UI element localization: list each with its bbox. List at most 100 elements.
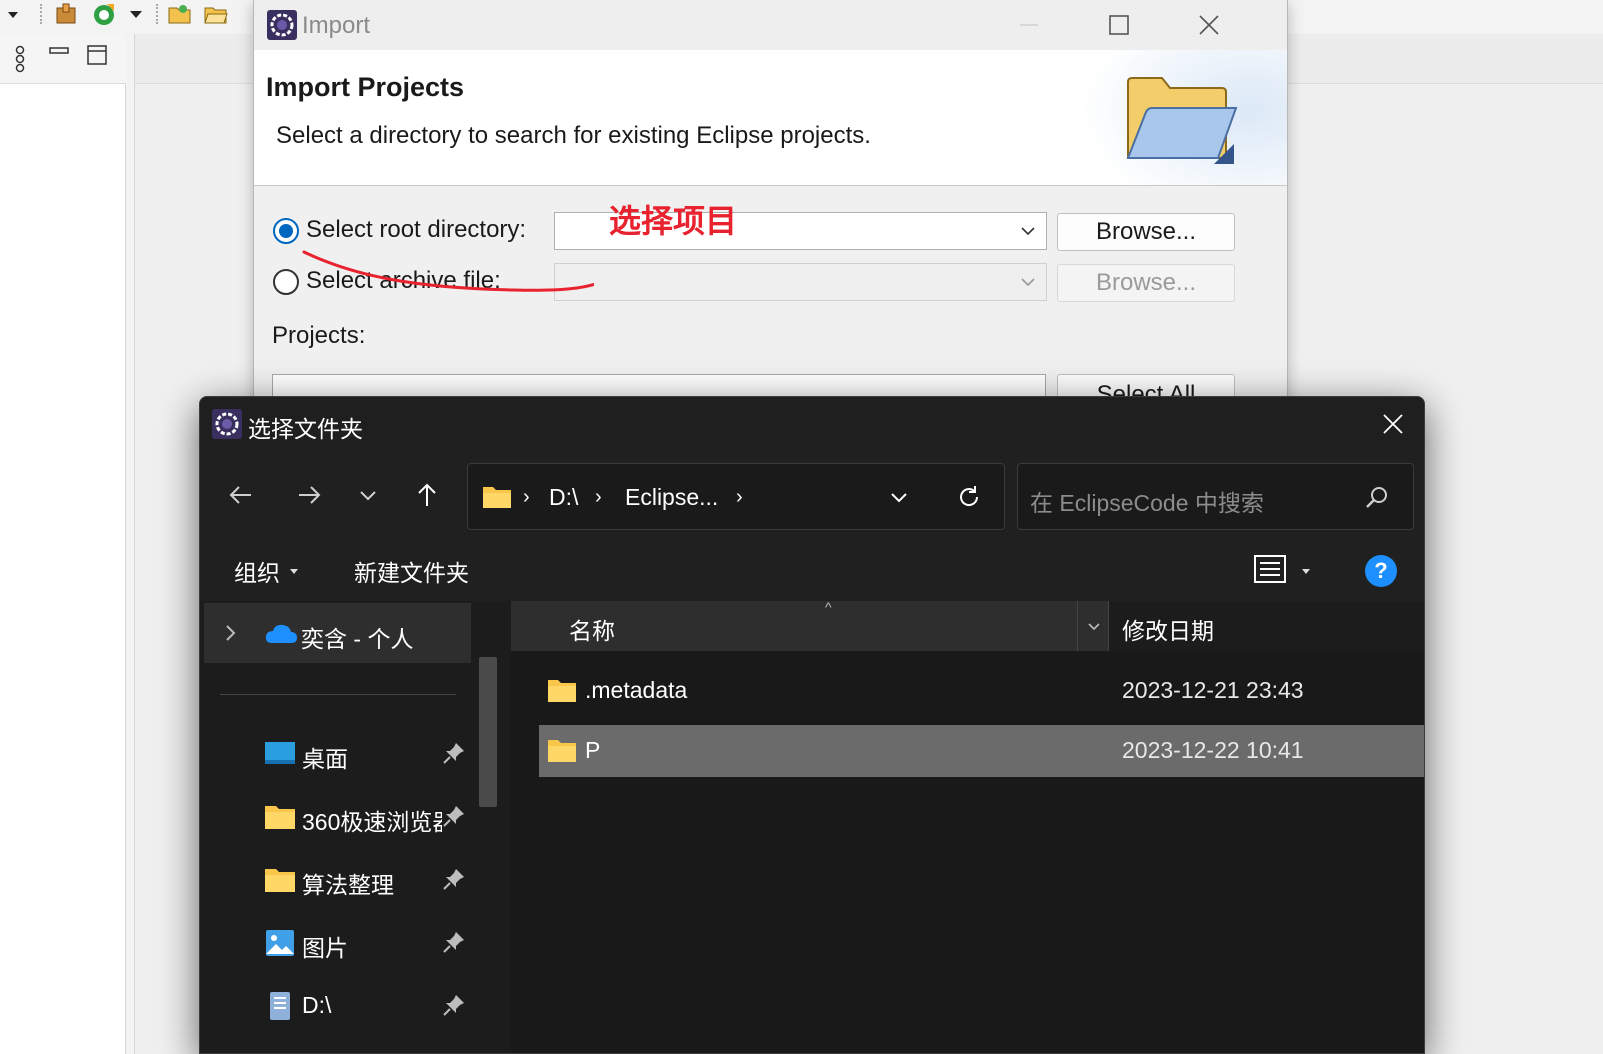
sidebar-item-drive-d[interactable]: D:\ xyxy=(200,979,480,1035)
drive-icon xyxy=(270,992,290,1020)
maximize-icon xyxy=(1109,15,1129,35)
onedrive-label: 奕含 - 个人 xyxy=(301,626,414,652)
command-bar: 组织 新建文件夹 ? xyxy=(200,539,1424,601)
run-dropdown-icon[interactable] xyxy=(126,2,150,26)
column-header-name-label: 名称 xyxy=(569,618,615,644)
root-directory-label[interactable]: Select root directory: xyxy=(306,216,526,244)
column-filter-button[interactable] xyxy=(1077,601,1109,651)
folder-icon xyxy=(483,487,511,508)
view-menu-icon[interactable] xyxy=(10,44,30,74)
search-icon[interactable] xyxy=(1364,484,1390,510)
sidebar-item-desktop[interactable]: 桌面 xyxy=(200,727,480,783)
file-modified-date: 2023-12-22 10:41 xyxy=(1122,737,1304,763)
chevron-down-icon[interactable] xyxy=(888,486,910,508)
dropdown-arrow-icon[interactable] xyxy=(0,2,18,26)
caret-down-icon[interactable] xyxy=(288,565,300,577)
sidebar-item-label: 算法整理 xyxy=(302,872,394,898)
refresh-icon[interactable] xyxy=(956,484,982,510)
minimize-icon[interactable] xyxy=(48,42,70,64)
open-project-icon[interactable] xyxy=(168,2,192,26)
pin-icon[interactable] xyxy=(442,930,466,954)
new-folder-button[interactable]: 新建文件夹 xyxy=(354,554,469,588)
up-button[interactable] xyxy=(403,471,451,519)
organize-button[interactable]: 组织 xyxy=(234,554,280,588)
sidebar-item-label: 图片 xyxy=(302,935,348,961)
column-header-modified[interactable]: 修改日期 xyxy=(1122,612,1214,646)
minimize-icon xyxy=(1020,24,1038,26)
file-name: P xyxy=(585,737,601,763)
pin-icon[interactable] xyxy=(442,867,466,891)
navigation-pane: 奕含 - 个人 桌面 360极速浏览器 算法整理 图片 D:\ xyxy=(200,601,500,1053)
open-folder-icon[interactable] xyxy=(204,2,228,26)
close-icon xyxy=(1199,15,1219,35)
folder-icon xyxy=(548,680,576,702)
desktop-icon xyxy=(265,742,295,764)
sidebar-item-label: D:\ xyxy=(302,992,332,1018)
navigation-bar: › D:\ › Eclipse... › 在 EclipseCode 中搜索 xyxy=(200,451,1424,539)
sidebar-item-label: 360极速浏览器 xyxy=(302,809,442,835)
caret-down-icon[interactable] xyxy=(1300,565,1312,577)
view-options-icon[interactable] xyxy=(1254,553,1286,585)
import-titlebar: Import xyxy=(254,0,1287,50)
archive-file-combo[interactable] xyxy=(554,263,1047,301)
package-explorer-panel xyxy=(0,34,126,1054)
breadcrumb-drive[interactable]: D:\ xyxy=(549,484,578,511)
close-button[interactable] xyxy=(1164,0,1254,50)
pin-icon[interactable] xyxy=(442,741,466,765)
close-icon xyxy=(1383,414,1403,434)
sidebar-item-pictures[interactable]: 图片 xyxy=(200,916,480,972)
pin-icon[interactable] xyxy=(442,993,466,1017)
panel-gap xyxy=(126,34,134,1054)
search-input[interactable]: 在 EclipseCode 中搜索 xyxy=(1017,463,1414,530)
maximize-icon[interactable] xyxy=(86,44,108,66)
sidebar-item-360-browser[interactable]: 360极速浏览器 xyxy=(200,790,480,846)
back-button[interactable] xyxy=(217,471,265,519)
chevron-down-icon[interactable] xyxy=(1018,221,1038,241)
recent-locations-button[interactable] xyxy=(344,471,392,519)
folder-open-icon xyxy=(1126,77,1238,164)
panel-toolbar xyxy=(0,34,126,84)
folder-icon xyxy=(548,740,576,762)
sidebar-scrollbar[interactable] xyxy=(479,657,497,807)
maximize-button[interactable] xyxy=(1074,0,1164,50)
run-icon[interactable] xyxy=(92,2,116,26)
arrow-left-icon xyxy=(229,486,251,504)
import-title: Import xyxy=(302,12,371,39)
import-dialog: Import Import Projects Select a director… xyxy=(253,0,1288,420)
close-button[interactable] xyxy=(1362,397,1424,451)
chevron-down-icon[interactable] xyxy=(1018,272,1038,292)
breadcrumb-folder[interactable]: Eclipse... xyxy=(625,484,718,511)
address-bar[interactable]: › D:\ › Eclipse... › xyxy=(467,463,1005,530)
folder-picker-titlebar: 选择文件夹 xyxy=(200,397,1424,451)
page-description: Select a directory to search for existin… xyxy=(276,122,871,149)
chevron-down-icon xyxy=(1087,623,1100,631)
eclipse-icon xyxy=(267,10,297,40)
arrow-up-icon xyxy=(418,483,436,506)
eclipse-icon xyxy=(212,409,242,439)
column-header-name[interactable]: ^ 名称 xyxy=(511,599,1109,651)
annotation-text: 选择项目 xyxy=(609,203,738,239)
sidebar-item-algorithms[interactable]: 算法整理 xyxy=(200,853,480,909)
minimize-button[interactable] xyxy=(984,0,1074,50)
file-row-metadata[interactable]: .metadata 2023-12-21 23:43 xyxy=(539,665,1424,717)
sidebar-item-onedrive[interactable]: 奕含 - 个人 xyxy=(204,603,471,663)
sidebar-item-label: 桌面 xyxy=(302,746,348,772)
pin-icon[interactable] xyxy=(442,804,466,828)
new-package-icon[interactable] xyxy=(54,2,78,26)
breadcrumb-separator: › xyxy=(736,486,743,508)
breadcrumb-separator: › xyxy=(523,486,530,508)
file-row-p[interactable]: P 2023-12-22 10:41 xyxy=(539,725,1424,777)
browse-archive-button[interactable]: Browse... xyxy=(1057,264,1235,302)
forward-button[interactable] xyxy=(285,471,333,519)
help-button[interactable]: ? xyxy=(1365,555,1397,587)
file-name: .metadata xyxy=(585,677,688,703)
folder-icon xyxy=(265,806,295,829)
chevron-down-icon xyxy=(360,491,376,501)
sort-ascending-icon: ^ xyxy=(825,599,832,615)
annotation-underline xyxy=(302,250,594,292)
import-header-banner: Import Projects Select a directory to se… xyxy=(254,50,1287,186)
chevron-right-icon[interactable] xyxy=(224,623,238,643)
file-modified-date: 2023-12-21 23:43 xyxy=(1122,677,1304,703)
browse-root-button[interactable]: Browse... xyxy=(1057,213,1235,251)
root-directory-radio[interactable] xyxy=(273,218,299,244)
